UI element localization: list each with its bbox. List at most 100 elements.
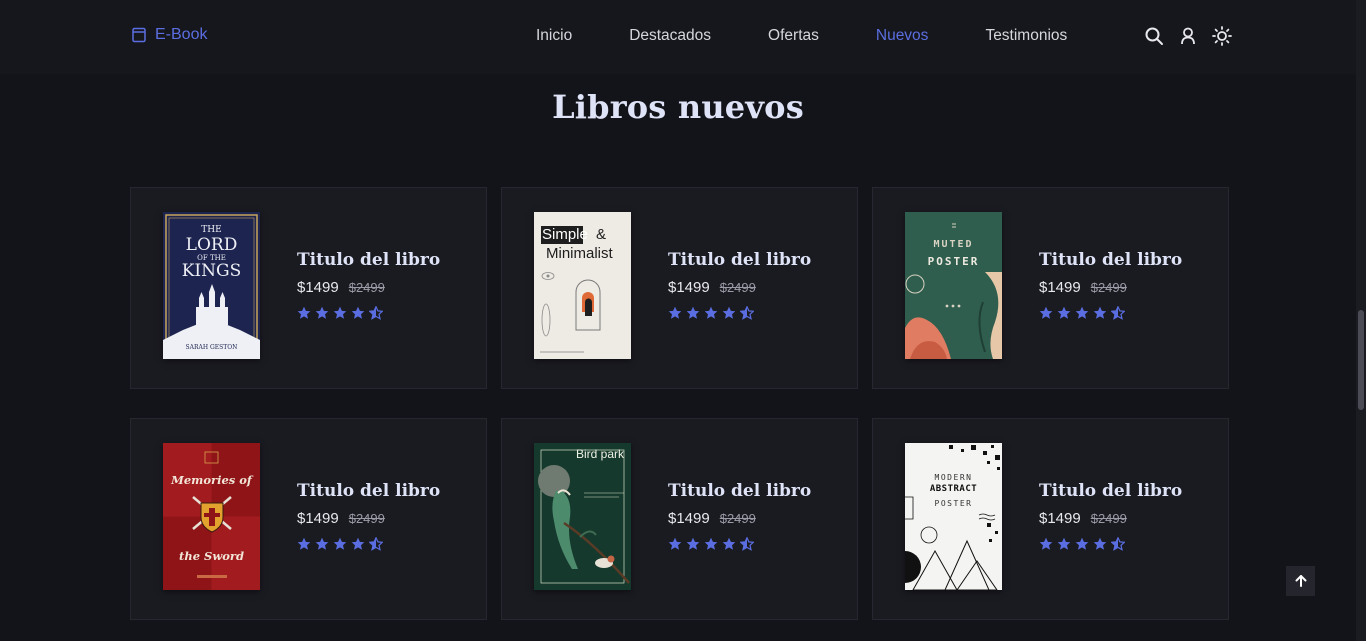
nav-item-destacados[interactable]: Destacados	[629, 27, 711, 45]
cover-text: Minimalist	[546, 245, 613, 262]
logo-label: E-Book	[155, 26, 208, 43]
book-icon	[132, 27, 146, 43]
cover-text: ABSTRACT	[929, 484, 978, 494]
rating-stars	[297, 305, 440, 320]
star-icon	[704, 537, 718, 551]
book-price: $1499	[297, 279, 339, 296]
page-scrollbar[interactable]	[1356, 0, 1366, 641]
book-grid: THE LORD OF THE KINGS SARAH GESTON Titul…	[130, 187, 1229, 620]
book-price: $1499	[297, 510, 339, 527]
book-price: $1499	[668, 279, 710, 296]
book-cover: Simple & Minimalist	[534, 212, 631, 359]
scrollbar-thumb[interactable]	[1358, 310, 1364, 410]
rating-stars	[1039, 305, 1182, 320]
book-old-price: $2499	[348, 511, 385, 526]
star-icon	[1093, 306, 1107, 320]
book-title[interactable]: Titulo del libro	[668, 250, 811, 270]
user-icon[interactable]	[1178, 26, 1198, 46]
search-icon[interactable]	[1144, 26, 1164, 46]
main-nav: Inicio Destacados Ofertas Nuevos Testimo…	[536, 27, 1124, 45]
star-half-icon	[368, 536, 384, 551]
star-icon	[1093, 537, 1107, 551]
book-old-price: $2499	[1090, 511, 1127, 526]
book-card[interactable]: MODERN ABSTRACT POSTER Titulo del libro …	[872, 418, 1229, 620]
star-icon	[722, 306, 736, 320]
book-card[interactable]: THE LORD OF THE KINGS SARAH GESTON Titul…	[130, 187, 487, 389]
book-cover: Bird park	[534, 443, 631, 590]
star-icon	[1057, 537, 1071, 551]
book-card[interactable]: Simple & Minimalist Titulo del libro $14…	[501, 187, 858, 389]
cover-text: POSTER	[927, 255, 980, 268]
star-icon	[297, 537, 311, 551]
star-icon	[686, 537, 700, 551]
book-old-price: $2499	[719, 280, 756, 295]
star-icon	[704, 306, 718, 320]
logo-link[interactable]: E-Book	[131, 26, 207, 44]
nav-item-testimonios[interactable]: Testimonios	[985, 27, 1067, 45]
star-icon	[1039, 306, 1053, 320]
cover-text: LORD	[185, 235, 238, 255]
cover-text: Memories of	[171, 473, 252, 487]
cover-text: MODERN	[934, 473, 973, 482]
cover-author: SARAH GESTON	[185, 344, 238, 351]
star-icon	[315, 306, 329, 320]
scroll-top-button[interactable]	[1286, 566, 1315, 596]
star-icon	[315, 537, 329, 551]
book-price: $1499	[668, 510, 710, 527]
book-title[interactable]: Titulo del libro	[297, 481, 440, 501]
book-title[interactable]: Titulo del libro	[1039, 250, 1182, 270]
star-icon	[668, 537, 682, 551]
cover-text: MUTED	[933, 239, 974, 250]
rating-stars	[1039, 536, 1182, 551]
book-title[interactable]: Titulo del libro	[1039, 481, 1182, 501]
book-old-price: $2499	[719, 511, 756, 526]
book-price: $1499	[1039, 510, 1081, 527]
book-card[interactable]: MUTED POSTER Titulo del libro $1499 $249…	[872, 187, 1229, 389]
arrow-up-icon	[1295, 575, 1306, 587]
book-title[interactable]: Titulo del libro	[668, 481, 811, 501]
cover-text: Bird park	[576, 447, 625, 461]
star-icon	[351, 537, 365, 551]
star-icon	[333, 537, 347, 551]
star-half-icon	[739, 536, 755, 551]
book-card[interactable]: Memories of the Sword Titulo del libro $…	[130, 418, 487, 620]
book-old-price: $2499	[1090, 280, 1127, 295]
star-icon	[333, 306, 347, 320]
star-half-icon	[1110, 536, 1126, 551]
rating-stars	[297, 536, 440, 551]
book-title[interactable]: Titulo del libro	[297, 250, 440, 270]
book-card[interactable]: Bird park Titulo del libro $1499 $2499	[501, 418, 858, 620]
cover-text: Simple	[542, 226, 588, 243]
header: E-Book Inicio Destacados Ofertas Nuevos …	[0, 0, 1356, 74]
star-icon	[1039, 537, 1053, 551]
star-icon	[351, 306, 365, 320]
rating-stars	[668, 536, 811, 551]
rating-stars	[668, 305, 811, 320]
nav-item-ofertas[interactable]: Ofertas	[768, 27, 819, 45]
star-icon	[297, 306, 311, 320]
section-title: Libros nuevos	[552, 88, 804, 126]
star-icon	[668, 306, 682, 320]
book-cover: Memories of the Sword	[163, 443, 260, 590]
star-half-icon	[368, 305, 384, 320]
star-icon	[686, 306, 700, 320]
book-old-price: $2499	[348, 280, 385, 295]
nav-item-inicio[interactable]: Inicio	[536, 27, 572, 45]
star-icon	[1075, 306, 1089, 320]
cover-text: the Sword	[179, 549, 244, 563]
book-price: $1499	[1039, 279, 1081, 296]
star-half-icon	[739, 305, 755, 320]
cover-text: THE	[201, 225, 222, 235]
book-cover: MODERN ABSTRACT POSTER	[905, 443, 1002, 590]
star-icon	[722, 537, 736, 551]
star-half-icon	[1110, 305, 1126, 320]
cover-text: KINGS	[181, 261, 242, 281]
star-icon	[1057, 306, 1071, 320]
cover-text: POSTER	[934, 499, 973, 508]
star-icon	[1075, 537, 1089, 551]
sun-icon[interactable]	[1212, 26, 1232, 46]
book-cover: MUTED POSTER	[905, 212, 1002, 359]
header-actions	[1144, 26, 1232, 46]
nav-item-nuevos[interactable]: Nuevos	[876, 27, 929, 45]
cover-text: &	[596, 226, 607, 243]
